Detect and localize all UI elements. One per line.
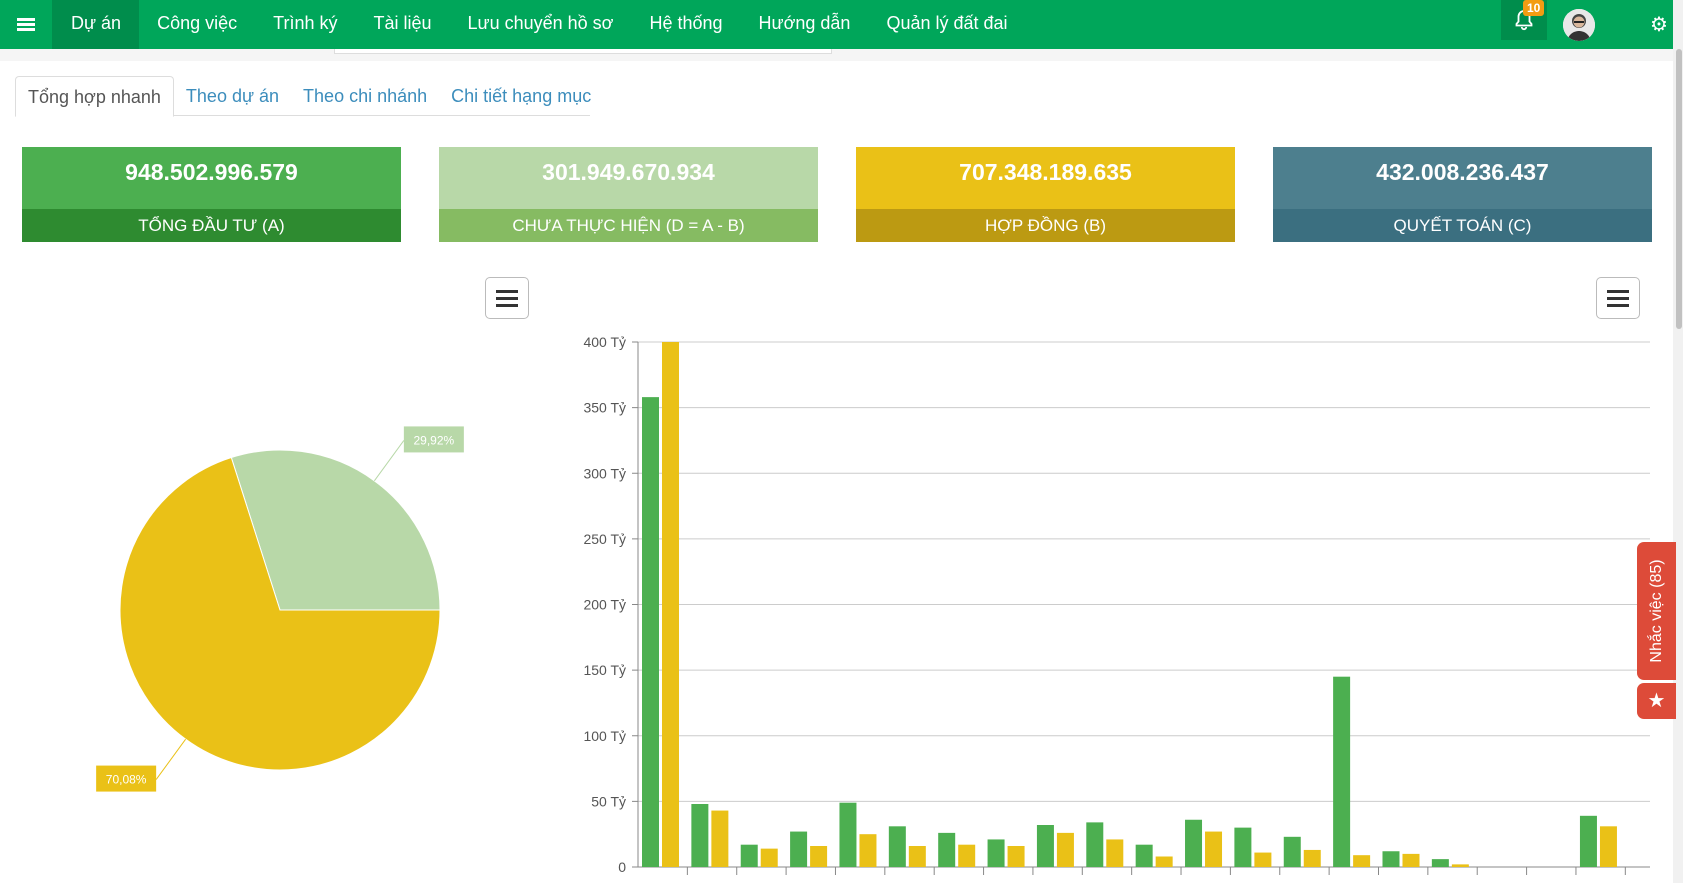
bar[interactable] — [1254, 852, 1272, 867]
bar-chart: 0 50 Tỷ 100 Tỷ 150 Tỷ 200 Tỷ 250 Tỷ 300 Tỷ 350 … — [560, 320, 1660, 883]
bar[interactable] — [760, 848, 778, 867]
bar[interactable] — [987, 839, 1005, 867]
nav-item-he-thong[interactable]: Hệ thống — [631, 0, 740, 49]
bar[interactable] — [1431, 859, 1449, 867]
bar[interactable] — [1451, 864, 1469, 867]
bar[interactable] — [642, 397, 659, 867]
stat-quyet-toan: 432.008.236.437 QUYẾT TOÁN (C) — [1273, 147, 1652, 242]
notification-button[interactable]: 10 — [1501, 0, 1547, 40]
hamburger-icon — [1607, 289, 1629, 293]
stat-label: CHƯA THỰC HIỆN (D = A - B) — [439, 209, 818, 242]
bar[interactable] — [1106, 839, 1124, 867]
scrollbar-thumb[interactable] — [1676, 49, 1682, 329]
tab-tong-hop-nhanh[interactable]: Tổng hợp nhanh — [15, 76, 174, 117]
bar[interactable] — [1155, 856, 1173, 868]
pie-data-label: 70,08% — [106, 773, 147, 787]
scrollbar[interactable] — [1673, 0, 1683, 883]
bar[interactable] — [691, 804, 709, 867]
pie-data-label: 29,92% — [414, 433, 455, 447]
y-tick-label: 100 Tỷ — [583, 728, 626, 744]
bar[interactable] — [1353, 855, 1371, 867]
bar[interactable] — [740, 844, 758, 867]
y-tick-label: 350 Tỷ — [583, 400, 626, 416]
stat-chua-thuc-hien: 301.949.670.934 CHƯA THỰC HIỆN (D = A - … — [439, 147, 818, 242]
stat-value: 948.502.996.579 — [22, 147, 401, 209]
bar[interactable] — [1382, 851, 1400, 867]
pie-chart: 29,92% 70,08% — [20, 350, 520, 810]
bar[interactable] — [1579, 815, 1597, 867]
bar[interactable] — [839, 802, 857, 867]
bar[interactable] — [810, 846, 828, 867]
y-tick-label: 0 — [618, 859, 626, 875]
bar[interactable] — [1333, 676, 1351, 867]
bar[interactable] — [1599, 826, 1617, 867]
pie-label-connector — [373, 440, 405, 482]
nav-item-cong-viec[interactable]: Công việc — [139, 0, 255, 49]
main-menu: Dự án Công việc Trình ký Tài liệu Lưu ch… — [52, 0, 1026, 49]
nav-item-luu-chuyen-ho-so[interactable]: Lưu chuyển hồ sơ — [450, 0, 632, 49]
stat-label: HỢP ĐỒNG (B) — [856, 209, 1235, 242]
stat-tong-dau-tu: 948.502.996.579 TỔNG ĐẦU TƯ (A) — [22, 147, 401, 242]
bar[interactable] — [859, 834, 877, 867]
y-tick-label: 300 Tỷ — [583, 465, 626, 481]
bar[interactable] — [1056, 832, 1074, 867]
tab-chi-tiet-hang-muc[interactable]: Chi tiết hạng mục — [439, 76, 603, 116]
y-tick-label: 200 Tỷ — [583, 597, 626, 613]
stat-label: QUYẾT TOÁN (C) — [1273, 209, 1652, 242]
bar[interactable] — [938, 832, 956, 867]
stat-value: 432.008.236.437 — [1273, 147, 1652, 209]
summary-tabs: Tổng hợp nhanh Theo dự án Theo chi nhánh… — [15, 76, 591, 117]
top-navbar: Dự án Công việc Trình ký Tài liệu Lưu ch… — [0, 0, 1683, 49]
stat-value: 301.949.670.934 — [439, 147, 818, 209]
bar[interactable] — [1007, 846, 1025, 867]
y-tick-label: 400 Tỷ — [583, 334, 626, 350]
bar[interactable] — [1086, 822, 1104, 867]
bar[interactable] — [1135, 844, 1153, 867]
bar[interactable] — [1185, 819, 1203, 867]
menu-icon[interactable] — [0, 0, 52, 49]
search-box-edge[interactable] — [334, 49, 832, 54]
y-tick-label: 150 Tỷ — [583, 662, 626, 678]
nav-item-trinh-ky[interactable]: Trình ký — [255, 0, 355, 49]
tab-theo-du-an[interactable]: Theo dự án — [174, 76, 291, 116]
stat-hop-dong: 707.348.189.635 HỢP ĐỒNG (B) — [856, 147, 1235, 242]
stat-value: 707.348.189.635 — [856, 147, 1235, 209]
avatar[interactable] — [1563, 9, 1595, 41]
stat-label: TỔNG ĐẦU TƯ (A) — [22, 209, 401, 242]
bar[interactable] — [1205, 831, 1223, 867]
subheader-strip — [0, 49, 1683, 61]
pie-label-connector — [155, 738, 187, 780]
bar[interactable] — [1402, 853, 1420, 867]
reminder-label: Nhắc việc (85) — [1647, 559, 1665, 663]
y-tick-label: 250 Tỷ — [583, 531, 626, 547]
nav-item-tai-lieu[interactable]: Tài liệu — [355, 0, 449, 49]
bar[interactable] — [1283, 836, 1301, 867]
bar[interactable] — [888, 826, 906, 867]
hamburger-icon — [496, 289, 518, 293]
pie-chart-menu-button[interactable] — [485, 277, 529, 319]
nav-item-huong-dan[interactable]: Hướng dẫn — [741, 0, 869, 49]
bar[interactable] — [1303, 849, 1321, 867]
bar-chart-menu-button[interactable] — [1596, 277, 1640, 319]
reminder-tab[interactable]: Nhắc việc (85) — [1637, 542, 1676, 680]
y-tick-label: 50 Tỷ — [591, 793, 626, 809]
notification-badge: 10 — [1523, 0, 1545, 16]
bar[interactable] — [1036, 825, 1054, 867]
nav-item-du-an[interactable]: Dự án — [52, 0, 140, 49]
bar[interactable] — [711, 810, 729, 867]
bar[interactable] — [1234, 827, 1252, 867]
tab-theo-chi-nhanh[interactable]: Theo chi nhánh — [291, 76, 439, 116]
bar[interactable] — [958, 844, 976, 867]
bar[interactable] — [662, 342, 679, 867]
nav-item-quan-ly-dat-dai[interactable]: Quản lý đất đai — [868, 0, 1025, 49]
gears-icon: ⚙ — [1650, 14, 1668, 36]
star-icon[interactable]: ★ — [1637, 683, 1676, 719]
bar[interactable] — [790, 831, 808, 867]
bar[interactable] — [908, 846, 926, 867]
